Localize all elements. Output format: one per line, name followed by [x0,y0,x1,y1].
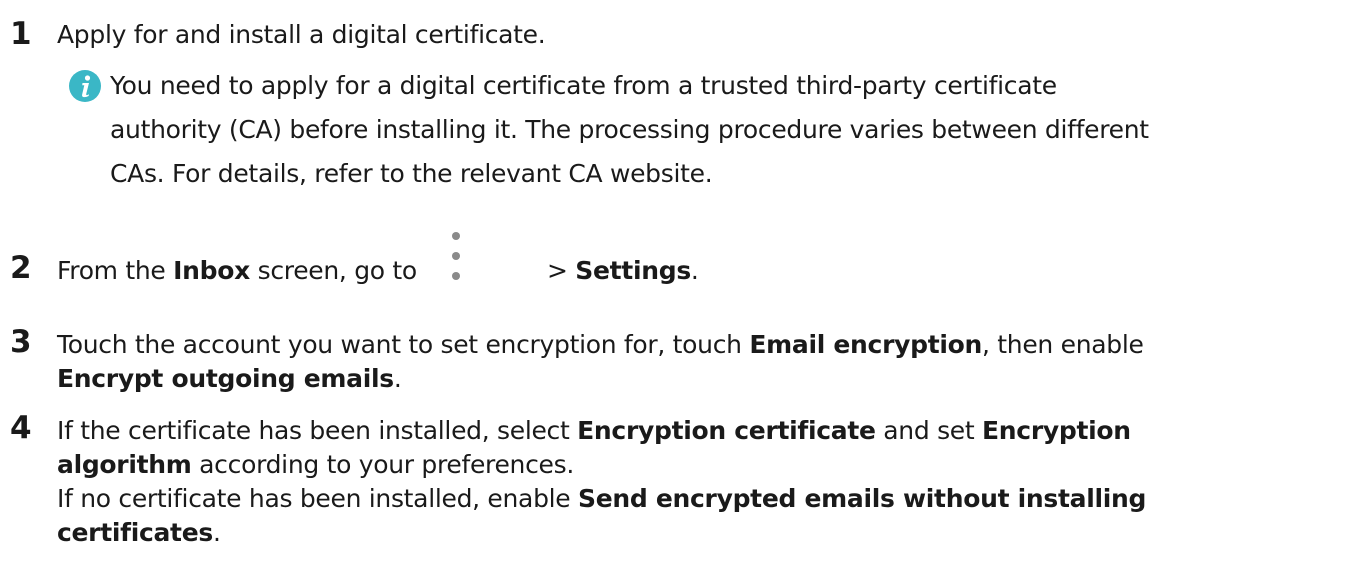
encrypt-outgoing-label: Encrypt outgoing emails [57,364,394,393]
encryption-algorithm-label: algorithm [57,450,192,479]
note-line: CAs. For details, refer to the relevant … [110,159,713,188]
note-line: authority (CA) before installing it. The… [110,115,1149,144]
step-text-part: . [212,518,221,547]
step-number: 2 [10,250,32,286]
step-text: Apply for and install a digital certific… [57,20,546,49]
step-number: 3 [10,324,32,360]
step-text-part: screen, go to [249,256,418,285]
inbox-label: Inbox [173,256,250,285]
step-text: > Settings. [547,254,1352,288]
step-line: If no certificate has been installed, en… [57,482,1342,516]
step-text-part: and set [875,416,983,445]
step-line: certificates. [57,516,1342,550]
step-number: 4 [10,410,32,446]
note-line: You need to apply for a digital certific… [110,71,1057,100]
step-text-part: If the certificate has been installed, s… [57,416,578,445]
more-vertical-icon [445,224,467,294]
step-number: 1 [10,16,32,52]
step-text-part: according to your preferences. [191,450,575,479]
step-text-part: > [547,256,576,285]
step-text-part: From the [57,256,174,285]
send-encrypted-label: Send encrypted emails without installing [578,484,1147,513]
send-encrypted-label: certificates [57,518,213,547]
settings-label: Settings [575,256,691,285]
step-text-part: . [393,364,402,393]
step-text-part: , then enable [982,330,1144,359]
step-line: If the certificate has been installed, s… [57,414,1342,448]
encryption-certificate-label: Encryption certificate [577,416,876,445]
step-line: Encrypt outgoing emails. [57,362,1342,396]
note-text: You need to apply for a digital certific… [110,64,1149,196]
step-line: Touch the account you want to set encryp… [57,328,1342,362]
step-text-part: Touch the account you want to set encryp… [57,330,750,359]
email-encryption-label: Email encryption [749,330,982,359]
step-text-part: If no certificate has been installed, en… [57,484,579,513]
step-text-part: . [690,256,699,285]
encryption-algorithm-label: Encryption [982,416,1131,445]
step-line: algorithm according to your preferences. [57,448,1342,482]
info-icon [68,69,102,103]
step-text: If the certificate has been installed, s… [57,414,1342,550]
step-text: Touch the account you want to set encryp… [57,328,1342,396]
